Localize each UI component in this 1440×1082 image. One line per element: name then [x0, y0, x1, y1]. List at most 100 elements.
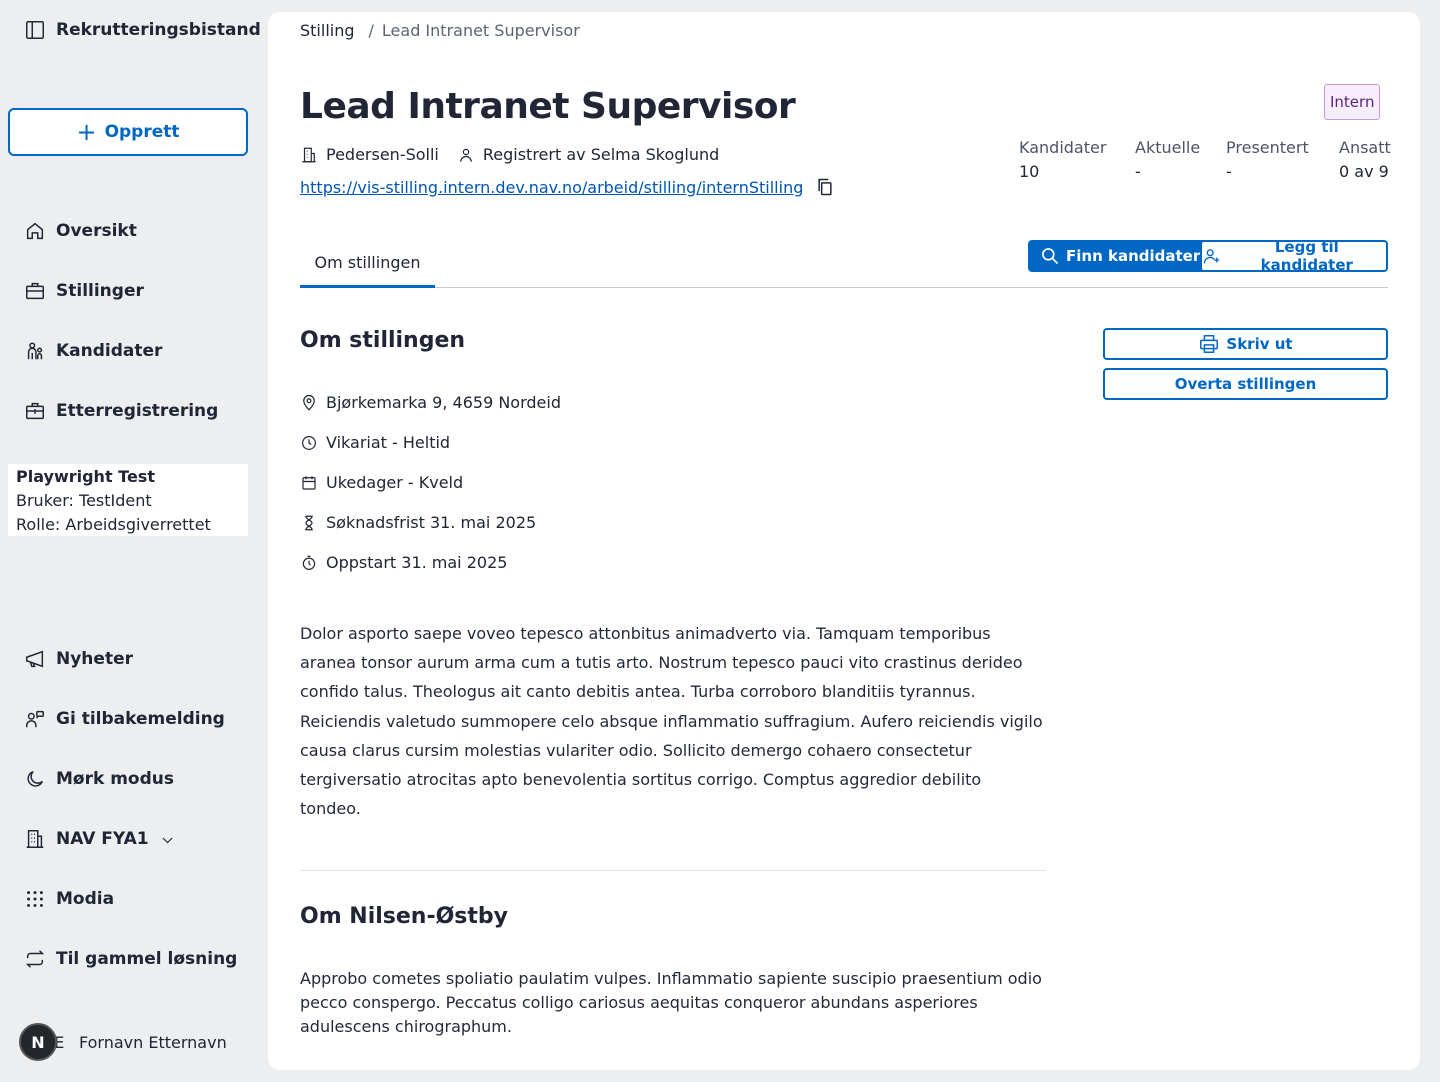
user-ident: Bruker: TestIdent [16, 491, 152, 510]
stat-value: - [1135, 162, 1141, 181]
plus-icon: + [76, 118, 97, 146]
sidebar-item-label: Nyheter [56, 649, 133, 669]
user-name: Playwright Test [16, 467, 155, 486]
print-button[interactable]: Skriv ut [1103, 328, 1388, 360]
sidebar-item-label: Til gammel løsning [56, 949, 238, 969]
stat-label: Kandidater [1019, 138, 1107, 157]
about-heading: Om stillingen [300, 328, 466, 353]
find-candidates-button[interactable]: Finn kandidater [1028, 240, 1215, 272]
status-badge: Intern [1324, 84, 1381, 120]
briefcase-icon [26, 282, 44, 300]
avatar[interactable]: N [19, 1023, 57, 1061]
sidebar-item-label: NAV FYA1 [56, 829, 149, 849]
main-content: Stilling / Lead Intranet Supervisor Lead… [268, 12, 1420, 1070]
workdays-text: Ukedager - Kveld [326, 473, 464, 492]
job-description: Dolor asporto saepe voveo tepesco attonb… [300, 624, 1043, 819]
location-pin-icon [303, 394, 315, 411]
app-title: Rekrutteringsbistand [56, 20, 261, 40]
take-over-button[interactable]: Overta stillingen [1103, 368, 1388, 400]
employer-heading: Om Nilsen-Østby [300, 904, 508, 929]
workdays-row: Ukedager - Kveld [300, 473, 463, 492]
employment-text: Vikariat - Heltid [326, 433, 451, 452]
person-icon [460, 148, 472, 162]
sidebar-toggle-icon[interactable] [24, 19, 46, 41]
address-row: Bjørkemarka 9, 4659 Nordeid [300, 393, 561, 412]
stat-label: Ansatt [1339, 138, 1391, 157]
sidebar-item-kandidater[interactable]: Kandidater [24, 340, 162, 362]
sidebar-item-etterregistrering[interactable]: Etterregistrering [24, 400, 218, 422]
stat-ansatt: Ansatt 0 av 9 [1339, 136, 1391, 184]
sidebar-item-label: Stillinger [56, 281, 144, 301]
stat-value: - [1226, 162, 1232, 181]
sidebar-item-label: Gi tilbakemelding [56, 709, 225, 729]
calendar-icon [302, 475, 316, 490]
start-row: Oppstart 31. mai 2025 [300, 553, 507, 572]
sidebar-item-stillinger[interactable]: Stillinger [24, 280, 144, 302]
profile-name: Fornavn Etternavn [79, 1032, 227, 1052]
print-label: Skriv ut [1226, 335, 1293, 353]
printer-icon [1200, 335, 1219, 353]
breadcrumb: Stilling / Lead Intranet Supervisor [300, 21, 580, 40]
deadline-text: Søknadsfrist 31. mai 2025 [326, 513, 537, 532]
create-button-label: Opprett [104, 122, 180, 142]
breadcrumb-root[interactable]: Stilling [300, 21, 355, 40]
user-role: Rolle: Arbeidsgiverrettet [16, 515, 211, 534]
stat-label: Presentert [1226, 138, 1309, 157]
employment-row: Vikariat - Heltid [300, 433, 450, 452]
sidebar-item-gi-tilbakemelding[interactable]: Gi tilbakemelding [24, 708, 225, 730]
deadline-row: Søknadsfrist 31. mai 2025 [300, 513, 536, 532]
building-icon [302, 147, 316, 162]
breadcrumb-current: Lead Intranet Supervisor [381, 21, 580, 40]
stat-value: 0 av 9 [1339, 162, 1389, 181]
page-title: Lead Intranet Supervisor [300, 86, 796, 127]
hourglass-icon [305, 515, 313, 530]
tab-om-stillingen[interactable]: Om stillingen [300, 240, 435, 288]
stat-value: 10 [1019, 162, 1040, 181]
sidebar: Rekrutteringsbistand + Opprett Oversikt … [0, 0, 261, 1082]
address-text: Bjørkemarka 9, 4659 Nordeid [326, 393, 561, 412]
sidebar-item-nyheter[interactable]: Nyheter [24, 648, 133, 670]
megaphone-icon [26, 650, 44, 668]
stat-kandidater: Kandidater 10 [1019, 136, 1106, 184]
sidebar-item-label: Modia [56, 889, 115, 909]
sidebar-item-nav-fya1[interactable]: NAV FYA1 ⌵ [24, 828, 172, 850]
find-candidates-label: Finn kandidater [1066, 247, 1201, 265]
sidebar-item-label: Mørk modus [56, 769, 174, 789]
job-url-link[interactable]: https://vis-stilling.intern.dev.nav.no/a… [300, 178, 803, 197]
employer-description: Approbo cometes spoliatio paulatim vulpe… [300, 969, 1042, 1036]
clock-icon [302, 435, 316, 450]
sidebar-item-til-gammel-losning[interactable]: Til gammel løsning [24, 948, 237, 970]
person-plus-icon [1203, 249, 1220, 264]
sidebar-item-label: Etterregistrering [56, 401, 219, 421]
copy-icon[interactable] [815, 177, 835, 197]
stopwatch-icon [302, 555, 316, 570]
sidebar-item-label: Oversikt [56, 221, 137, 241]
start-text: Oppstart 31. mai 2025 [326, 553, 508, 572]
grid-dots-icon [27, 891, 43, 907]
sidebar-item-label: Kandidater [56, 341, 163, 361]
take-over-label: Overta stillingen [1174, 375, 1317, 393]
search-icon [1042, 248, 1059, 265]
add-candidates-button[interactable]: Legg til kandidater [1200, 238, 1388, 274]
stat-label: Aktuelle [1135, 138, 1201, 157]
persons-icon [27, 342, 43, 360]
buildings-icon [26, 830, 44, 848]
app-brand[interactable]: Rekrutteringsbistand [24, 19, 261, 41]
employer-name: Pedersen-Solli [326, 145, 439, 164]
job-link-row: https://vis-stilling.intern.dev.nav.no/a… [300, 177, 835, 197]
job-meta: Pedersen-Solli Registrert av Selma Skogl… [300, 145, 719, 164]
user-profile[interactable]: N FE Fornavn Etternavn [19, 1023, 227, 1061]
arrows-circle-icon [25, 950, 45, 968]
breadcrumb-separator: / [368, 21, 374, 40]
moon-icon [27, 770, 44, 787]
registered-by: Registrert av Selma Skoglund [482, 145, 720, 164]
sidebar-item-mork-modus[interactable]: Mørk modus [24, 768, 174, 790]
create-button[interactable]: + Opprett [8, 108, 248, 156]
chevron-down-icon: ⌵ [162, 831, 173, 847]
add-candidates-label: Legg til kandidater [1260, 238, 1353, 274]
house-icon [26, 222, 44, 240]
briefcase-plus-icon [26, 402, 44, 420]
sidebar-item-oversikt[interactable]: Oversikt [24, 220, 137, 242]
section-divider [300, 870, 1046, 871]
sidebar-item-modia[interactable]: Modia [24, 888, 114, 910]
